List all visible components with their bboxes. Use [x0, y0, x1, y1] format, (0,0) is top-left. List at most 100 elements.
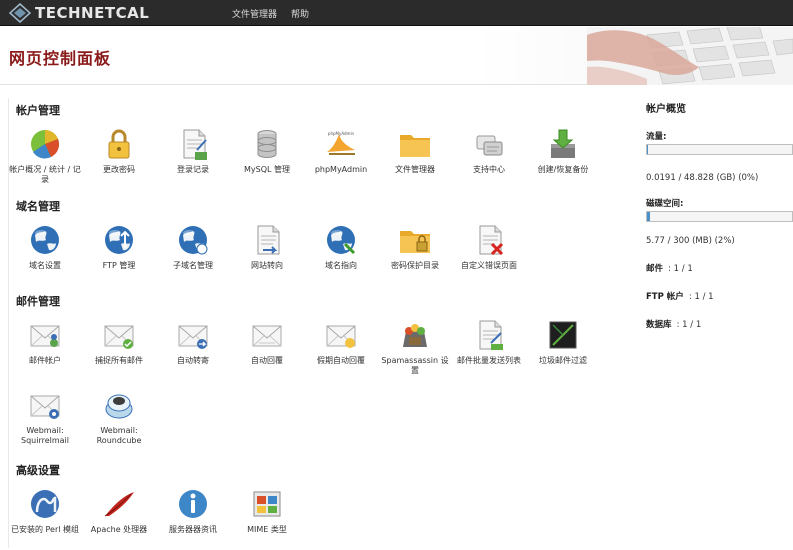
control-panel-item[interactable]: 服务器器资讯: [156, 486, 230, 535]
domain-pointer-globe-icon: [327, 226, 356, 255]
control-panel-item[interactable]: 邮件批量发送列表: [452, 317, 526, 366]
control-panel-item[interactable]: 网站转向: [230, 222, 304, 271]
item-label: 邮件批量发送列表: [457, 356, 521, 365]
control-panel-item[interactable]: 创建/恢复备份: [526, 126, 600, 175]
log-document-icon: [183, 129, 207, 160]
item-label: 邮件帐户: [29, 356, 61, 365]
control-panel-item[interactable]: phpMyAdmin phpMyAdmin: [304, 126, 378, 175]
control-panel-item[interactable]: 帐户概况 / 统计 / 记录: [8, 126, 82, 185]
padlock-icon: [108, 129, 130, 159]
control-panel-item[interactable]: 自动回覆: [230, 317, 304, 366]
databases-value: : 1 / 1: [676, 320, 702, 330]
control-panel-item[interactable]: MIME 类型: [230, 486, 304, 535]
item-label: 服务器器资讯: [169, 525, 217, 534]
roundcube-icon: [105, 394, 133, 419]
folder-icon: [400, 135, 430, 157]
section-title: 帐户管理: [16, 104, 60, 117]
perl-camel-icon: [31, 490, 59, 518]
item-label: 网站转向: [251, 261, 283, 270]
mail-accounts-icon: [30, 325, 60, 347]
control-panel-item[interactable]: FTP 管理: [82, 222, 156, 271]
item-label: Webmail: Squirrelmail: [21, 426, 69, 445]
control-panel-item[interactable]: 更改密码: [82, 126, 156, 175]
control-panel-item[interactable]: Apache 处理器: [82, 486, 156, 535]
databases-label: 数据库: [646, 320, 672, 330]
globe-icon: [31, 226, 59, 254]
item-label: 帐户概况 / 统计 / 记录: [9, 165, 81, 184]
mail-label: 邮件: [646, 264, 664, 274]
top-nav: 文件管理器 帮助: [232, 7, 309, 20]
control-panel-item[interactable]: 子域名管理: [156, 222, 230, 271]
control-panel-item[interactable]: 假期自动回覆: [304, 317, 378, 366]
redirect-document-icon: [257, 225, 280, 255]
support-center-icon: [476, 135, 503, 156]
bandwidth-bar-fill: [647, 145, 648, 154]
forward-mail-icon: [178, 325, 208, 349]
page-title: 网页控制面板: [9, 49, 112, 68]
item-label: 创建/恢复备份: [537, 165, 589, 174]
bandwidth-value: 0.0191 / 48.828 (GB) (0%): [646, 173, 759, 183]
control-panel-item[interactable]: MySQL 管理: [230, 126, 304, 175]
disk-space-value: 5.77 / 300 (MB) (2%): [646, 236, 735, 246]
mailing-list-icon: [479, 320, 503, 350]
apache-feather-icon: [104, 492, 134, 517]
control-panel-item[interactable]: 邮件帐户: [8, 317, 82, 366]
control-panel-item[interactable]: 支持中心: [452, 126, 526, 175]
disk-space-bar-fill: [647, 212, 650, 221]
ftp-accounts-value: : 1 / 1: [688, 292, 714, 302]
section-title: 域名管理: [16, 200, 60, 213]
item-label: 域名设置: [29, 261, 61, 270]
item-label: 已安装的 Perl 模组: [10, 525, 80, 534]
item-label: 自动回覆: [251, 356, 283, 365]
item-label: 支持中心: [473, 165, 505, 174]
spam-filter-icon: [549, 321, 577, 349]
keyboard-hand-banner-image: [587, 27, 793, 85]
control-panel-item[interactable]: 域名指向: [304, 222, 378, 271]
control-panel-item[interactable]: 自定义错误页面: [452, 222, 526, 271]
item-label: phpMyAdmin: [314, 165, 368, 174]
control-panel-item[interactable]: Webmail: Squirrelmail: [8, 387, 82, 446]
item-label: 捕捉所有邮件: [95, 356, 143, 365]
control-panel-item[interactable]: 文件管理器: [378, 126, 452, 175]
header-banner: 网页控制面板: [0, 27, 793, 85]
item-label: Webmail: Roundcube: [96, 426, 142, 445]
bandwidth-bar: [646, 144, 793, 155]
nav-file-manager-link[interactable]: 文件管理器: [232, 7, 277, 20]
item-label: MySQL 管理: [243, 165, 290, 174]
control-panel-item[interactable]: 密码保护目录: [378, 222, 452, 271]
item-label: 密码保护目录: [391, 261, 439, 270]
logo-text: TECHNETCAL: [35, 4, 150, 22]
control-panel-item[interactable]: 登录记录: [156, 126, 230, 175]
item-label: 子域名管理: [173, 261, 213, 270]
pie-chart-icon: [31, 130, 60, 159]
control-panel-item[interactable]: 域名设置: [8, 222, 82, 271]
logo[interactable]: TECHNETCAL: [9, 3, 149, 23]
item-label: Apache 处理器: [90, 525, 148, 534]
control-panel-item[interactable]: Spamassassin 设置: [378, 317, 452, 376]
squirrelmail-icon: [30, 395, 60, 419]
mail-value: : 1 / 1: [668, 264, 693, 274]
account-overview-panel: 帐户概览 流量: 0.0191 / 48.828 (GB) (0%) 磁碟空间:…: [646, 100, 793, 331]
control-panel-item[interactable]: Webmail: Roundcube: [82, 387, 156, 446]
top-bar: TECHNETCAL 文件管理器 帮助: [0, 0, 793, 26]
item-label: 自动转寄: [177, 356, 209, 365]
item-label: 登录记录: [177, 165, 209, 174]
nav-help-link[interactable]: 帮助: [291, 7, 309, 20]
control-panel-item[interactable]: 自动转寄: [156, 317, 230, 366]
section-title: 邮件管理: [16, 295, 60, 308]
bandwidth-label: 流量:: [646, 132, 667, 142]
control-panel-item[interactable]: 已安装的 Perl 模组: [8, 486, 82, 535]
disk-space-bar: [646, 211, 793, 222]
item-label: 更改密码: [103, 165, 135, 174]
item-label: FTP 管理: [102, 261, 136, 270]
ftp-globe-icon: [105, 226, 133, 254]
vacation-mail-icon: [326, 325, 356, 348]
control-panel-item[interactable]: 捕捉所有邮件: [82, 317, 156, 366]
item-label: Spamassassin 设置: [381, 356, 449, 375]
error-page-icon: [479, 225, 504, 256]
database-icon: [257, 130, 277, 158]
item-label: MIME 类型: [247, 525, 287, 534]
control-panel-item[interactable]: 垃圾邮件过滤: [526, 317, 600, 366]
spamassassin-icon: [403, 324, 427, 347]
autoresponder-icon: [252, 325, 282, 347]
